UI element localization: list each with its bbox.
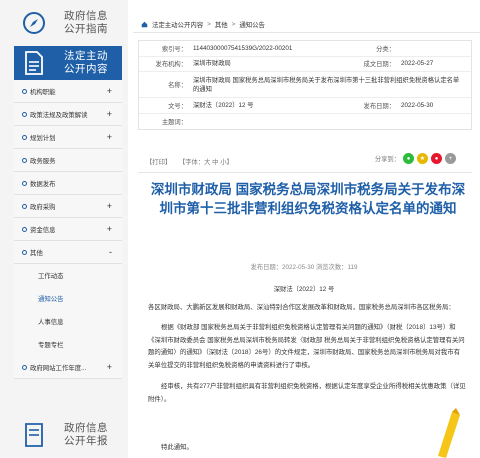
bullet-icon: [22, 180, 27, 186]
wechat-icon[interactable]: ●: [403, 153, 414, 164]
document-icon: [20, 49, 48, 77]
expand-icon[interactable]: +: [107, 224, 112, 234]
share-label: 分享到：: [374, 156, 400, 163]
sidebar-item-planning[interactable]: 规划计划 +: [14, 126, 122, 149]
expand-icon[interactable]: +: [107, 86, 112, 96]
bullet-icon: [22, 226, 27, 232]
compass-icon: [20, 9, 48, 37]
public-guide-label: 政府信息 公开指南: [64, 10, 108, 35]
breadcrumb: 法定主动公开内容 > 其他 > 通知公告: [141, 20, 265, 29]
font-size-selector[interactable]: 【字体：大 中 小】: [179, 159, 233, 166]
statutory-content-label: 法定主动 公开内容: [64, 50, 108, 75]
sidebar-subitem-work-news[interactable]: 工作动态: [14, 264, 122, 287]
bullet-icon: [22, 249, 27, 255]
bullet-icon: [22, 134, 27, 140]
article-tools: 【打印】 【字体：大 中 小】: [146, 157, 239, 166]
more-share-icon[interactable]: +: [445, 153, 456, 164]
share-bar: 分享到： ● ★ ● +: [375, 153, 456, 164]
bullet-icon: [22, 157, 27, 163]
publish-info: 发布日期：2022-05-30 浏览次数：119: [250, 264, 358, 271]
document-number: 深财法〔2022〕12 号: [273, 286, 335, 293]
meta-row: 名称： 深圳市财政局 国家税务总局深圳市税务局关于发布深圳市第十三批非营利组织免税…: [139, 72, 471, 98]
sidebar-item-funds[interactable]: 资金信息 +: [14, 218, 122, 241]
expand-icon[interactable]: +: [107, 362, 112, 372]
breadcrumb-item[interactable]: 法定主动公开内容: [152, 20, 203, 29]
meta-row: 文号： 深财法〔2022〕12 号 发布日期： 2022-05-30: [139, 98, 471, 114]
sidebar-subitem-personnel[interactable]: 人事信息: [14, 310, 122, 333]
bullet-icon: [22, 88, 27, 94]
main-content: 法定主动公开内容 > 其他 > 通知公告 索引号： 114403000075415…: [128, 0, 480, 458]
sidebar-item-procurement[interactable]: 政府采购 +: [14, 195, 122, 218]
breadcrumb-separator: >: [231, 21, 236, 28]
divider: [138, 172, 472, 173]
expand-icon[interactable]: +: [107, 109, 112, 119]
public-guide-link[interactable]: 政府信息 公开指南: [14, 6, 122, 40]
bullet-icon: [22, 203, 27, 209]
pencil-icon: [438, 408, 460, 458]
report-icon: [20, 421, 48, 449]
expand-icon[interactable]: +: [107, 132, 112, 142]
meta-row: 发布机构： 深圳市财政局 成文日期： 2022-05-27: [139, 57, 471, 72]
sidebar-item-institution[interactable]: 机构职能 +: [14, 80, 122, 103]
sidebar-menu: 机构职能 + 政策法规及政策解读 + 规划计划 + 政务服务 数据发布 政府采购 + 资…: [14, 80, 122, 379]
bullet-icon: [22, 364, 27, 370]
article-paragraph: 根据《财政部 国家税务总局关于非营利组织免税资格认定管理有关问题的通知》（财税〔…: [148, 324, 465, 369]
sidebar-subitem-special[interactable]: 专题专栏: [14, 333, 122, 356]
sidebar-item-policy[interactable]: 政策法规及政策解读 +: [14, 103, 122, 126]
article-paragraph: 各区财政局、大鹏新区发展和财政局、深汕特别合作区发展改革和财政局，国家税务总局深…: [148, 304, 455, 311]
sidebar: 政府信息 公开指南 法定主动 公开内容 机构职能 + 政策法规及政策解读 + 规划计划 +…: [0, 0, 128, 458]
breadcrumb-item[interactable]: 其他: [215, 20, 228, 29]
print-button[interactable]: 【打印】: [146, 159, 171, 166]
meta-row: 索引号： 11440300007541539G/2022-00201 分类：: [139, 41, 471, 57]
bullet-icon: [22, 111, 27, 117]
expand-icon[interactable]: +: [107, 201, 112, 211]
article-paragraph: 经审核，共有277户非营利组织具有非营利组织免税资格，根据认定年度享受企业所得税…: [148, 383, 466, 403]
annual-report-label: 政府信息 公开年报: [64, 422, 108, 447]
article-paragraph: 特此通知。: [161, 444, 193, 451]
sidebar-item-data[interactable]: 数据发布: [14, 172, 122, 195]
divider: [133, 32, 480, 33]
qzone-icon[interactable]: ★: [417, 153, 428, 164]
weibo-icon[interactable]: ●: [431, 153, 442, 164]
sidebar-subitem-notices[interactable]: 通知公告: [14, 287, 122, 310]
home-icon: [141, 21, 148, 28]
sidebar-item-annual-website-report[interactable]: 政府网站工作年度... +: [14, 356, 122, 379]
statutory-content-header[interactable]: 法定主动 公开内容: [14, 46, 122, 80]
document-metadata-table: 索引号： 11440300007541539G/2022-00201 分类： 发布…: [138, 40, 472, 130]
breadcrumb-separator: >: [207, 21, 211, 28]
sidebar-item-other[interactable]: 其他 -: [14, 241, 122, 264]
meta-row: 主题词：: [161, 118, 187, 126]
collapse-icon[interactable]: -: [109, 247, 112, 257]
sidebar-item-services[interactable]: 政务服务: [14, 149, 122, 172]
annual-report-link[interactable]: 政府信息 公开年报: [14, 418, 122, 452]
article-title: 深圳市财政局 国家税务总局深圳市税务局关于发布深圳市第十三批非营利组织免税资格认…: [150, 182, 466, 216]
breadcrumb-item[interactable]: 通知公告: [239, 20, 265, 29]
